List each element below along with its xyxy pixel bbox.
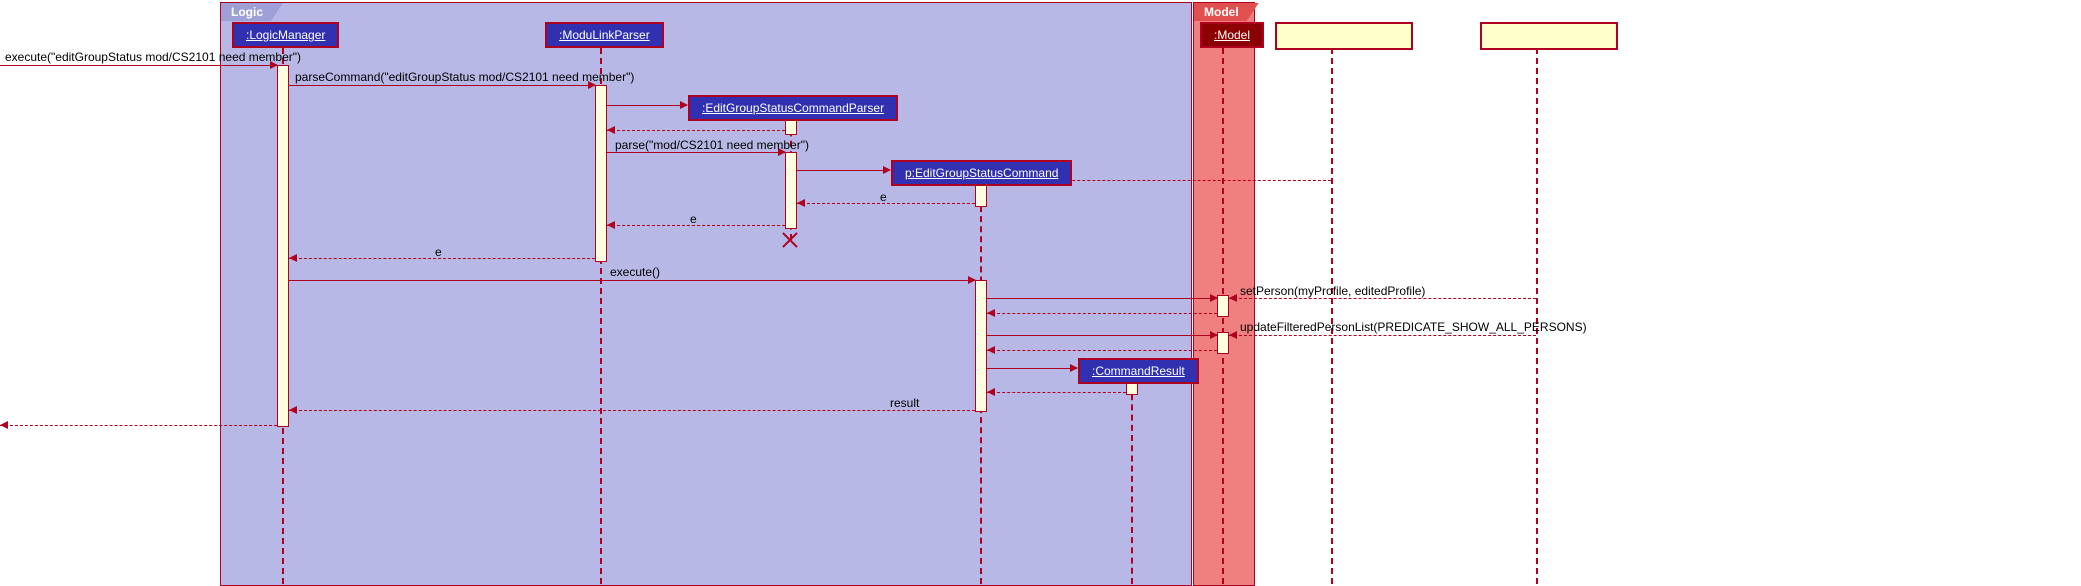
arrow-create-result-ret bbox=[987, 392, 1126, 393]
lifeline-anon2 bbox=[1536, 48, 1538, 584]
activation-egc-2 bbox=[975, 280, 987, 412]
arrow-final-ret bbox=[0, 425, 277, 426]
msg-parsecommand: parseCommand("editGroupStatus mod/CS2101… bbox=[295, 70, 634, 84]
arrow-m6 bbox=[289, 258, 595, 259]
arrow-m5-head bbox=[607, 221, 615, 229]
participant-anon2 bbox=[1480, 22, 1618, 50]
arrow-m2 bbox=[288, 85, 595, 86]
model-frame-label: Model bbox=[1194, 3, 1259, 21]
arrow-create-result bbox=[987, 368, 1077, 369]
msg-e2: e bbox=[690, 212, 697, 226]
arrow-m9-ret-head bbox=[987, 346, 995, 354]
arrow-anon2-m9 bbox=[1229, 335, 1536, 336]
arrow-create-parser-ret-head bbox=[607, 126, 615, 134]
arrow-anon2-m8-head bbox=[1229, 294, 1237, 302]
arrow-final-ret-head bbox=[0, 421, 8, 429]
arrow-m9 bbox=[987, 335, 1217, 336]
logic-frame: Logic bbox=[220, 2, 1192, 586]
arrow-m10 bbox=[289, 410, 975, 411]
msg-e1: e bbox=[880, 190, 887, 204]
msg-updatefiltered: updateFilteredPersonList(PREDICATE_SHOW_… bbox=[1240, 320, 1587, 334]
participant-anon1 bbox=[1275, 22, 1413, 50]
msg-execute-cmd: execute("editGroupStatus mod/CS2101 need… bbox=[5, 50, 301, 64]
arrow-anon2-m8 bbox=[1229, 298, 1536, 299]
lifeline-anon1 bbox=[1331, 48, 1333, 584]
arrow-create-parser bbox=[607, 105, 687, 106]
logic-frame-label: Logic bbox=[221, 3, 283, 21]
arrow-create-parser-head bbox=[680, 101, 688, 109]
msg-result: result bbox=[890, 396, 919, 410]
participant-model: :Model bbox=[1200, 22, 1264, 48]
arrow-m3 bbox=[607, 152, 785, 153]
arrow-create-parser-ret bbox=[607, 130, 785, 131]
participant-logic-manager: :LogicManager bbox=[232, 22, 339, 48]
arrow-m1 bbox=[0, 65, 277, 66]
destroy-parser-icon bbox=[782, 232, 798, 248]
arrow-m4-head bbox=[797, 199, 805, 207]
activation-egcp-2 bbox=[785, 152, 797, 229]
arrow-create-cmd bbox=[797, 170, 890, 171]
arrow-m10-head bbox=[289, 406, 297, 414]
arrow-create-cmd-head bbox=[883, 166, 891, 174]
activation-modulink-parser bbox=[595, 85, 607, 262]
msg-setperson: setPerson(myProfile, editedProfile) bbox=[1240, 284, 1425, 298]
arrow-anon2-m9-head bbox=[1229, 331, 1237, 339]
participant-command-result: :CommandResult bbox=[1078, 358, 1199, 384]
activation-logic-manager bbox=[277, 65, 289, 427]
arrow-m8 bbox=[987, 298, 1217, 299]
msg-execute: execute() bbox=[610, 265, 660, 279]
participant-editgroupstatus-command: p:EditGroupStatusCommand bbox=[891, 160, 1072, 186]
msg-parse: parse("mod/CS2101 need member") bbox=[615, 138, 809, 152]
arrow-create-result-head bbox=[1070, 364, 1078, 372]
activation-model-1 bbox=[1217, 295, 1229, 317]
arrow-m7 bbox=[289, 280, 975, 281]
msg-e3: e bbox=[435, 245, 442, 259]
arrow-m6-head bbox=[289, 254, 297, 262]
arrow-m9-ret bbox=[987, 350, 1217, 351]
arrow-m8-ret bbox=[987, 313, 1217, 314]
participant-editgroupstatus-parser: :EditGroupStatusCommandParser bbox=[688, 95, 898, 121]
lifeline-command-result bbox=[1131, 384, 1133, 584]
arrow-create-result-ret-head bbox=[987, 388, 995, 396]
arrow-m8-ret-head bbox=[987, 309, 995, 317]
participant-modulink-parser: :ModuLinkParser bbox=[545, 22, 664, 48]
activation-model-2 bbox=[1217, 332, 1229, 354]
